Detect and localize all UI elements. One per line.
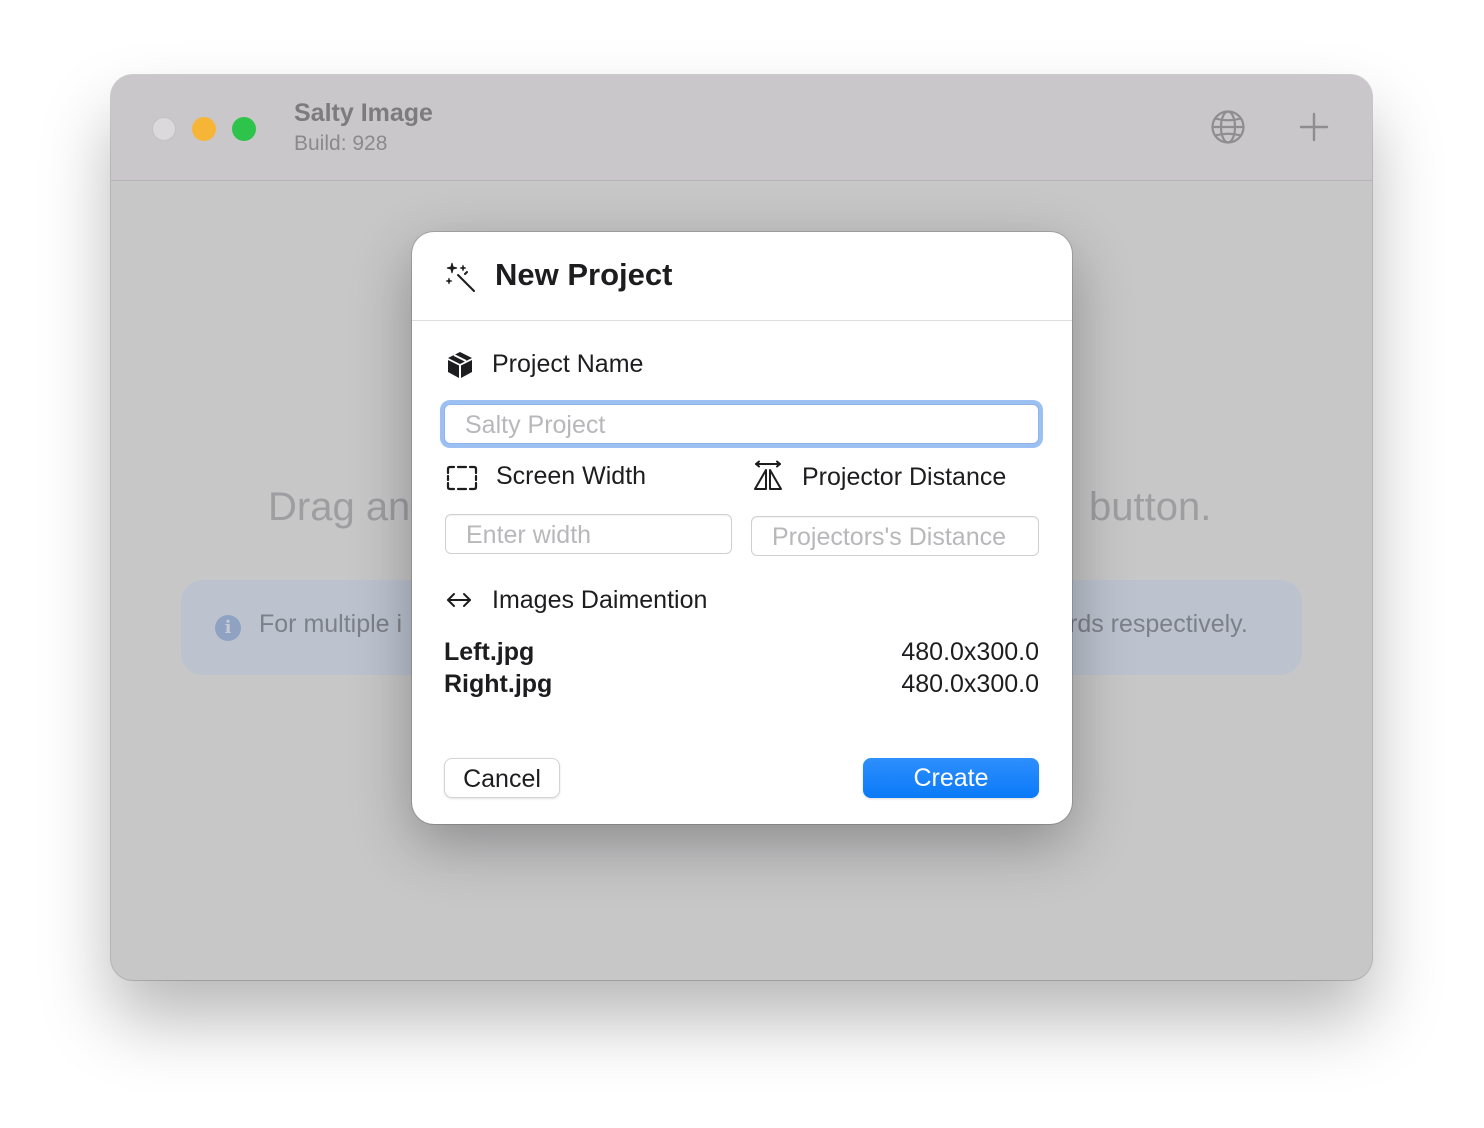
app-title: Salty Image xyxy=(294,99,433,127)
dialog-title: New Project xyxy=(495,257,673,292)
projector-distance-placeholder: Projectors's Distance xyxy=(772,523,1007,551)
images-dimension-label: Images Daimention xyxy=(492,586,708,614)
maximize-window-button[interactable] xyxy=(232,117,256,141)
globe-icon[interactable] xyxy=(1208,107,1248,147)
magic-wand-icon xyxy=(445,262,475,292)
file-name: Left.jpg xyxy=(444,638,535,666)
dialog-header: New Project xyxy=(412,232,1072,321)
project-name-label: Project Name xyxy=(492,350,644,378)
build-label: Build: 928 xyxy=(294,132,388,155)
project-name-placeholder: Salty Project xyxy=(465,411,606,439)
left-right-arrow-icon xyxy=(447,593,471,607)
new-project-dialog: New Project Project Name Salty Project S… xyxy=(412,232,1072,824)
info-text-left: For multiple i xyxy=(259,610,403,638)
close-window-button[interactable] xyxy=(152,117,176,141)
screen-frame-icon xyxy=(446,465,478,491)
drop-hint-text-left: Drag and xyxy=(268,485,433,529)
file-dimension: 480.0x300.0 xyxy=(901,670,1039,698)
cancel-button[interactable]: Cancel xyxy=(444,758,560,798)
file-name: Right.jpg xyxy=(444,670,553,698)
title-bar: Salty Image Build: 928 xyxy=(111,75,1372,181)
info-icon: i xyxy=(215,615,241,641)
drop-hint-text-right: button. xyxy=(1089,485,1212,529)
plus-icon[interactable] xyxy=(1294,107,1334,147)
projector-distance-label: Projector Distance xyxy=(802,463,1007,491)
projector-distance-input[interactable]: Projectors's Distance xyxy=(751,516,1039,556)
project-name-input[interactable]: Salty Project xyxy=(444,404,1039,444)
minimize-window-button[interactable] xyxy=(192,117,216,141)
file-dimension: 480.0x300.0 xyxy=(901,638,1039,666)
create-button[interactable]: Create xyxy=(863,758,1039,798)
screen-width-label: Screen Width xyxy=(496,462,647,490)
info-text-right: rds respectively. xyxy=(1069,610,1248,638)
projector-distance-icon xyxy=(754,460,782,490)
cube-icon xyxy=(448,352,472,378)
screen-width-placeholder: Enter width xyxy=(466,521,592,549)
screen-width-input[interactable]: Enter width xyxy=(445,514,732,554)
